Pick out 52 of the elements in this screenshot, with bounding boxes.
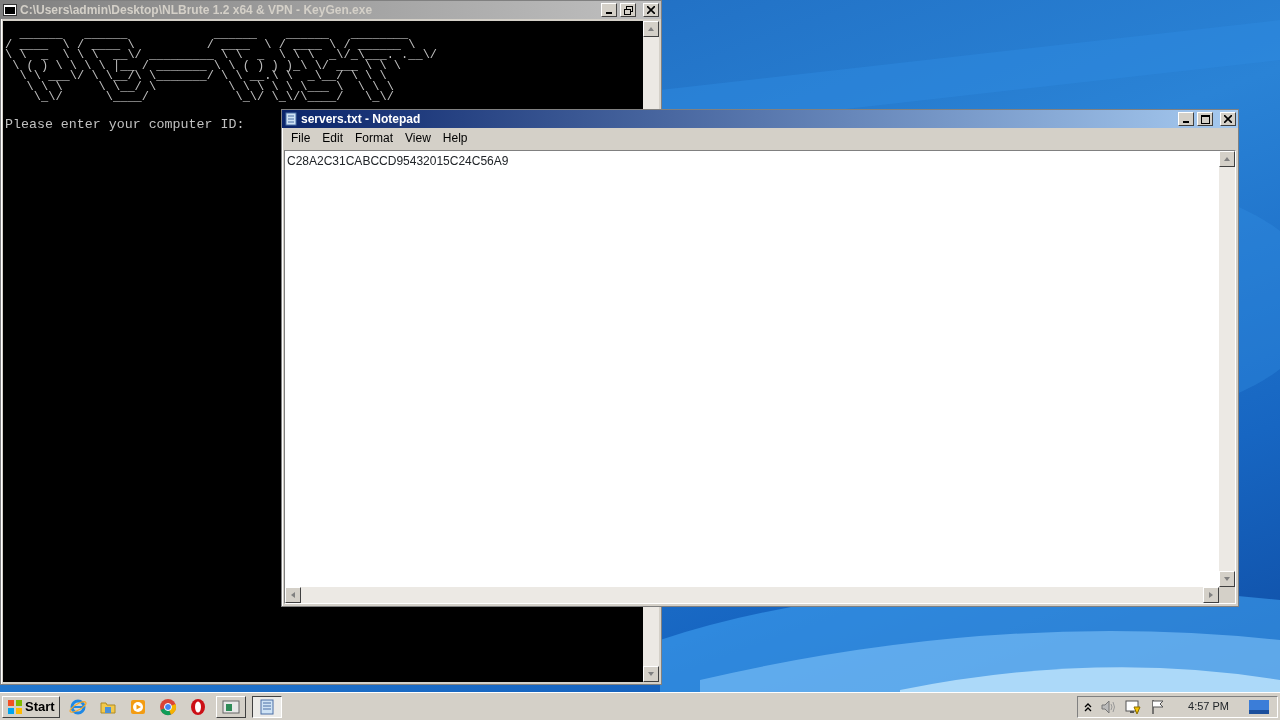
notepad-icon (257, 697, 276, 716)
prompt-text: Please enter your computer ID: (5, 116, 245, 132)
arrow-down-icon (1223, 575, 1231, 583)
arrow-left-icon (289, 591, 297, 599)
close-icon (647, 6, 655, 14)
scroll-up-button[interactable] (1219, 151, 1235, 167)
menu-item[interactable]: View (400, 129, 436, 147)
ascii-art-line: \_\/ \____/ \_\/ \_\/\____/ \_\/ (32, 92, 395, 103)
ascii-art-line: \ \ \ \ \__/ \ \ \ \ \ \ \___ \ \ \ \ (25, 81, 395, 92)
scroll-down-button[interactable] (1219, 571, 1235, 587)
arrow-up-icon (647, 25, 655, 33)
scroll-up-button[interactable] (643, 21, 659, 37)
notepad-icon (284, 112, 298, 126)
resize-grip[interactable] (1219, 587, 1235, 603)
ascii-art-line: ______ ______ ______ ______ ________ (18, 29, 409, 40)
text-content: C28A2C31CABCCD95432015C24C56A9 (286, 153, 510, 170)
desktop-icon (1249, 699, 1269, 714)
close-icon (1224, 115, 1232, 123)
scroll-down-button[interactable] (643, 666, 659, 682)
chrome-icon (158, 697, 177, 716)
chevron-up-icon[interactable] (1084, 701, 1093, 712)
play-icon (128, 697, 147, 716)
arrow-right-icon (1207, 591, 1215, 599)
start-button[interactable]: Start (2, 695, 60, 718)
ring-icon (188, 697, 207, 716)
close-button[interactable] (643, 3, 659, 17)
windows-logo-icon (7, 698, 23, 715)
restore-icon (623, 5, 633, 15)
window-title: servers.txt - Notepad (301, 111, 422, 128)
menu-item[interactable]: Edit (317, 129, 349, 147)
clock[interactable]: 4:57 PM (1188, 698, 1229, 715)
menu-item[interactable]: Help (437, 129, 473, 147)
ascii-art-line: \ \ ___\/ \ \__/\ \_______/ \ \ __.\ \ _\__/ \ \ \ (18, 71, 387, 82)
browser-icon (68, 697, 87, 716)
minimize-button[interactable] (601, 3, 617, 17)
scroll-left-button[interactable] (285, 587, 301, 603)
taskbar-button[interactable] (251, 695, 282, 718)
scroll-right-button[interactable] (1203, 587, 1219, 603)
speaker-icon[interactable] (1100, 698, 1117, 715)
minimize-button[interactable] (1178, 112, 1194, 126)
network-warning-icon[interactable] (1124, 698, 1143, 715)
arrow-up-icon (1223, 155, 1231, 163)
maximize-button[interactable] (1197, 112, 1213, 126)
console-icon (3, 4, 17, 16)
restore-button[interactable] (620, 3, 636, 17)
menu-item[interactable]: Format (350, 129, 399, 147)
maximize-icon (1200, 114, 1210, 124)
console-icon (221, 697, 240, 716)
menu-item[interactable]: File (286, 129, 316, 147)
arrow-down-icon (647, 670, 655, 678)
close-button[interactable] (1220, 112, 1236, 126)
ascii-art-line: \ \ _ \ \ \ __\/ _________ \ \ _ \ \ \ _\/_\___. .__\/ (5, 50, 439, 61)
